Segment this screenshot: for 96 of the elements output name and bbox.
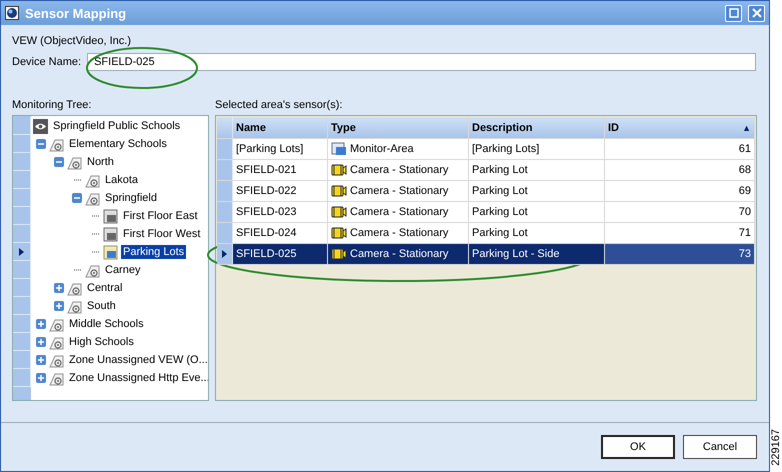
tree-item[interactable]: Middle Schools (67, 317, 146, 331)
table-cell: SFIELD-025 (233, 244, 328, 264)
table-row[interactable]: SFIELD-021 Camera - Stationary Parking Lot 68 (217, 160, 755, 181)
table-cell: Monitor-Area (350, 143, 414, 155)
tree-label: Monitoring Tree: (12, 99, 92, 113)
table-row[interactable]: SFIELD-023 Camera - Stationary Parking Lot 70 (217, 202, 755, 223)
camera-icon (331, 247, 347, 261)
zone-icon (49, 370, 64, 386)
sensors-label: Selected area's sensor(s): (215, 99, 344, 113)
ok-button[interactable]: OK (601, 435, 675, 459)
table-row[interactable]: SFIELD-024 Camera - Stationary Parking Lot 71 (217, 223, 755, 244)
table-cell: SFIELD-022 (233, 181, 328, 201)
area-icon (331, 142, 347, 156)
tree-item[interactable]: First Floor West (121, 227, 202, 241)
camera-icon (331, 226, 347, 240)
table-cell: Parking Lot (469, 202, 605, 222)
table-row[interactable]: SFIELD-025 Camera - Stationary Parking Lot - Side 73 (217, 244, 755, 265)
sort-indicator: ▲ (742, 122, 751, 132)
restore-button[interactable] (725, 4, 742, 22)
table-cell: [Parking Lots] (469, 139, 605, 159)
vendor-label: VEW (ObjectVideo, Inc.) (12, 35, 132, 49)
tree-item[interactable]: Lakota (103, 173, 140, 187)
tree-item[interactable]: Springfield (103, 191, 159, 205)
zone-icon (49, 316, 64, 332)
column-header[interactable]: Description (469, 117, 605, 138)
table-row[interactable]: [Parking Lots] Monitor-Area [Parking Lots] 61 (217, 139, 755, 160)
expand-icon[interactable] (36, 355, 46, 365)
device-name-field[interactable]: SFIELD-025 (87, 53, 756, 71)
zone-icon (67, 298, 82, 314)
zone-icon (85, 190, 100, 206)
table-cell: 71 (605, 223, 755, 243)
tree-item[interactable]: Parking Lots (121, 245, 186, 259)
tree-item[interactable]: First Floor East (121, 209, 200, 223)
expand-icon[interactable] (54, 301, 64, 311)
current-row-icon (222, 250, 227, 258)
eye-icon (33, 118, 48, 134)
row-header[interactable] (13, 243, 31, 261)
camera-icon (331, 205, 347, 219)
table-row[interactable]: SFIELD-022 Camera - Stationary Parking Lot 69 (217, 181, 755, 202)
table-cell: [Parking Lots] (233, 139, 328, 159)
column-header[interactable]: ID ▲ (605, 117, 755, 138)
collapse-icon[interactable] (72, 193, 82, 203)
zone-icon (67, 280, 82, 296)
tree-item[interactable]: Zone Unassigned VEW (O... (67, 353, 208, 367)
device-name-label: Device Name: (12, 56, 82, 68)
tree-item[interactable]: Central (85, 281, 124, 295)
expand-icon[interactable] (54, 283, 64, 293)
window-title: Sensor Mapping (25, 6, 126, 20)
area-icon (103, 244, 118, 260)
camera-icon (331, 163, 347, 177)
figure-number: 229167 (770, 429, 782, 466)
column-header[interactable]: Type (328, 117, 469, 138)
globe-icon (5, 6, 19, 20)
table-cell: SFIELD-021 (233, 160, 328, 180)
tree-item[interactable]: North (85, 155, 116, 169)
table-cell: SFIELD-023 (233, 202, 328, 222)
floor-icon (103, 226, 118, 242)
table-cell: Camera - Stationary (350, 185, 448, 197)
close-icon (752, 8, 762, 18)
table-cell: Parking Lot (469, 181, 605, 201)
tree-item[interactable]: Elementary Schools (67, 137, 169, 151)
restore-icon (728, 8, 738, 18)
table-cell: 73 (605, 244, 755, 264)
table-cell: Camera - Stationary (350, 248, 448, 260)
expand-icon[interactable] (36, 337, 46, 347)
table-cell: Camera - Stationary (350, 227, 448, 239)
table-cell: 69 (605, 181, 755, 201)
table-cell: 61 (605, 139, 755, 159)
collapse-icon[interactable] (36, 139, 46, 149)
zone-icon (49, 334, 64, 350)
table-cell: Camera - Stationary (350, 206, 448, 218)
tree-item[interactable]: High Schools (67, 335, 136, 349)
expand-icon[interactable] (36, 319, 46, 329)
column-header[interactable]: Name (233, 117, 328, 138)
table-cell: SFIELD-024 (233, 223, 328, 243)
zone-icon (49, 352, 64, 368)
zone-icon (85, 262, 100, 278)
zone-icon (49, 136, 64, 152)
zone-icon (85, 172, 100, 188)
table-cell: 68 (605, 160, 755, 180)
table-cell: Parking Lot (469, 223, 605, 243)
column-title: ID (608, 122, 619, 134)
table-cell: 70 (605, 202, 755, 222)
cancel-button[interactable]: Cancel (683, 435, 757, 459)
floor-icon (103, 208, 118, 224)
current-row-icon (19, 248, 24, 256)
expand-icon[interactable] (36, 373, 46, 383)
tree-item[interactable]: Springfield Public Schools (51, 119, 182, 133)
tree-item[interactable]: Carney (103, 263, 142, 277)
table-cell: Parking Lot (469, 160, 605, 180)
close-button[interactable] (748, 4, 765, 22)
collapse-icon[interactable] (54, 157, 64, 167)
camera-icon (331, 184, 347, 198)
table-cell: Camera - Stationary (350, 164, 448, 176)
tree-item[interactable]: South (85, 299, 118, 313)
zone-icon (67, 154, 82, 170)
